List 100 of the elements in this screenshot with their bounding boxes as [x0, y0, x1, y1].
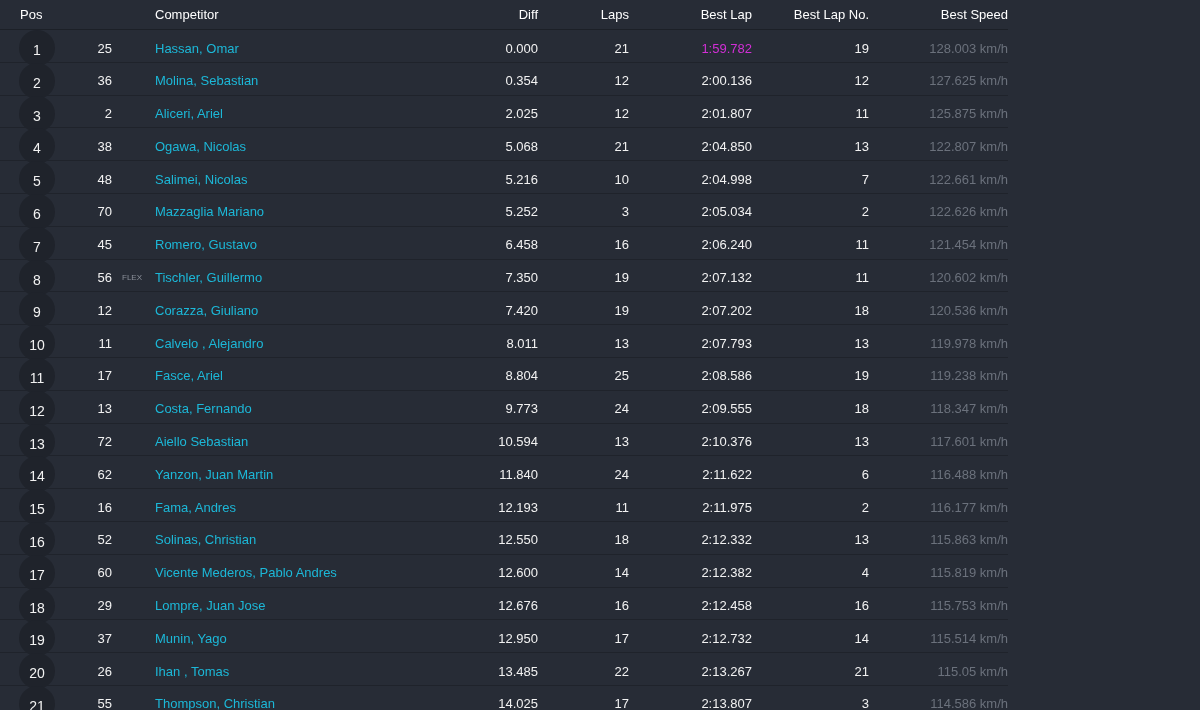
column-header: Best Lap No.: [793, 7, 869, 22]
competitor-name[interactable]: Tischler, Guillermo: [155, 270, 263, 286]
competitor-name[interactable]: Romero, Gustavo: [155, 237, 257, 253]
diff-value: 8.011: [506, 335, 538, 351]
best-speed-value: 122.626 km/h: [929, 204, 1008, 220]
best-speed-value: 117.601 km/h: [930, 434, 1008, 450]
diff-value: 9.773: [505, 401, 538, 417]
best-speed-value: 118.347 km/h: [930, 401, 1008, 417]
diff-value: 13.485: [498, 663, 538, 679]
car-number: 12: [97, 302, 112, 318]
competitor-name[interactable]: Hassan, Omar: [155, 40, 239, 56]
best-speed-value: 115.05 km/h: [937, 663, 1008, 679]
column-header: Competitor: [155, 7, 219, 22]
best-speed-value: 127.625 km/h: [929, 73, 1008, 89]
diff-value: 0.354: [505, 73, 538, 89]
best-speed-value: 125.875 km/h: [929, 106, 1008, 122]
competitor-name[interactable]: Ogawa, Nicolas: [155, 138, 247, 154]
laps-value: 16: [614, 237, 629, 253]
best-lap-number: 11: [855, 237, 869, 253]
position-badge: 17: [19, 554, 55, 591]
competitor-name[interactable]: Aliceri, Ariel: [155, 106, 223, 122]
best-lap-number: 19: [854, 40, 869, 56]
competitor-name[interactable]: Fasce, Ariel: [155, 368, 223, 384]
diff-value: 12.950: [498, 630, 538, 646]
best-speed-value: 120.536 km/h: [929, 302, 1008, 318]
position-badge: 13: [19, 423, 55, 460]
column-header: Pos: [20, 7, 43, 22]
competitor-name[interactable]: Aiello Sebastian: [155, 434, 249, 450]
best-speed-value: 116.488 km/h: [930, 466, 1008, 482]
best-lap-number: 6: [861, 466, 869, 482]
car-number: 36: [97, 73, 112, 89]
laps-value: 11: [615, 499, 629, 515]
best-speed-value: 116.177 km/h: [930, 499, 1008, 515]
diff-value: 0.000: [505, 40, 538, 56]
car-number: 37: [97, 630, 112, 646]
car-number: 26: [97, 663, 112, 679]
competitor-name[interactable]: Ihan , Tomas: [155, 663, 230, 679]
competitor-name[interactable]: Corazza, Giuliano: [155, 302, 259, 318]
laps-value: 24: [614, 466, 629, 482]
diff-value: 2.025: [505, 106, 538, 122]
best-lap-number: 3: [861, 696, 869, 710]
position-badge: 8: [19, 259, 55, 296]
competitor-name[interactable]: Mazzaglia Mariano: [155, 204, 265, 220]
best-lap-time: 2:06.240: [701, 237, 752, 253]
position-badge: 21: [19, 685, 55, 710]
competitor-name[interactable]: Fama, Andres: [155, 499, 236, 515]
competitor-name[interactable]: Salimei, Nicolas: [155, 171, 248, 187]
diff-value: 8.804: [505, 368, 538, 384]
position-badge: 16: [19, 521, 55, 558]
best-lap-number: 2: [861, 499, 869, 515]
laps-value: 21: [614, 138, 629, 154]
best-speed-value: 119.978 km/h: [930, 335, 1008, 351]
best-lap-time: 2:05.034: [701, 204, 752, 220]
car-number: 11: [98, 335, 112, 351]
car-number: 62: [97, 466, 112, 482]
best-lap-number: 11: [855, 270, 869, 286]
competitor-name[interactable]: Yanzon, Juan Martin: [155, 466, 274, 482]
competitor-name[interactable]: Lompre, Juan Jose: [155, 598, 266, 614]
competitor-name[interactable]: Vicente Mederos, Pablo Andres: [155, 565, 337, 581]
best-lap-time: 2:12.382: [701, 565, 752, 581]
car-number: 60: [97, 565, 112, 581]
competitor-name[interactable]: Solinas, Christian: [155, 532, 257, 548]
best-lap-time: 2:11.622: [702, 466, 752, 482]
laps-value: 19: [614, 302, 629, 318]
best-lap-time: 2:10.376: [701, 434, 752, 450]
best-lap-number: 14: [854, 630, 869, 646]
car-number: 2: [104, 106, 112, 122]
best-lap-number: 2: [861, 204, 869, 220]
competitor-name[interactable]: Molina, Sebastian: [155, 73, 259, 89]
position-badge: 12: [19, 390, 55, 427]
competitor-name[interactable]: Calvelo , Alejandro: [155, 335, 264, 351]
car-number: 55: [97, 696, 112, 710]
laps-value: 18: [614, 532, 629, 548]
column-header: Diff: [518, 7, 538, 22]
best-lap-time: 2:13.807: [701, 696, 752, 710]
diff-value: 12.550: [498, 532, 538, 548]
diff-value: 6.458: [505, 237, 538, 253]
best-lap-time: 2:01.807: [701, 106, 752, 122]
position-badge: 14: [19, 456, 55, 493]
best-lap-time: 2:13.267: [701, 663, 752, 679]
diff-value: 12.193: [498, 499, 538, 515]
position-badge: 2: [19, 62, 55, 99]
position-badge: 18: [19, 587, 55, 624]
best-lap-time: 2:12.458: [701, 598, 752, 614]
competitor-name[interactable]: Munin, Yago: [155, 630, 227, 646]
position-badge: 9: [19, 292, 55, 329]
position-badge: 11: [19, 357, 55, 394]
best-lap-number: 11: [855, 106, 869, 122]
diff-value: 5.216: [505, 171, 538, 187]
laps-value: 17: [614, 630, 629, 646]
best-speed-value: 115.514 km/h: [930, 630, 1008, 646]
car-number: 72: [97, 434, 112, 450]
best-lap-number: 16: [854, 598, 869, 614]
car-number: 52: [97, 532, 112, 548]
competitor-name[interactable]: Costa, Fernando: [155, 401, 252, 417]
best-lap-time: 2:09.555: [701, 401, 752, 417]
diff-value: 5.252: [505, 204, 538, 220]
diff-value: 12.600: [498, 565, 538, 581]
class-tag: FLEX: [122, 273, 142, 283]
column-header: Best Speed: [940, 7, 1008, 22]
